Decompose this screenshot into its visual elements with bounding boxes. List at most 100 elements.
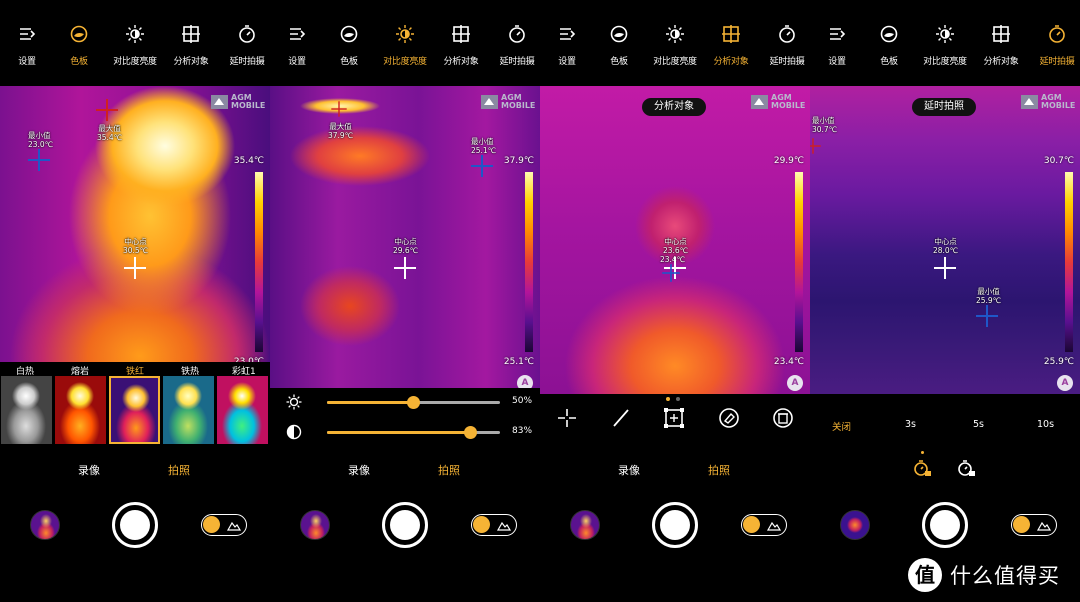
center-crosshair <box>934 257 956 279</box>
tab-contrast[interactable]: 对比度亮度 <box>108 24 162 67</box>
thermometer-icon <box>203 516 220 533</box>
gallery-thumbnail[interactable] <box>840 510 870 540</box>
delete-icon[interactable] <box>771 406 795 430</box>
palette-thumb-rainbow[interactable] <box>217 376 268 444</box>
thermal-view[interactable]: 延时拍照 最小值 30.7℃ 中心点 28.0℃ 最小值 25.9℃ AGM MOBIL… <box>810 86 1080 394</box>
point-tool-icon[interactable] <box>555 406 579 430</box>
timer-video-icon[interactable] <box>956 458 976 478</box>
brightness-slider-knob[interactable] <box>407 396 420 409</box>
max-temp-marker <box>331 101 347 117</box>
tab-palette-label: 色板 <box>610 57 628 67</box>
scale-min-label: 25.1℃ <box>503 357 534 367</box>
tab-analysis[interactable]: 分析对象 <box>704 24 758 67</box>
erase-icon[interactable] <box>717 406 741 430</box>
palette-icon <box>880 25 898 43</box>
tab-palette[interactable]: 色板 <box>52 24 106 67</box>
tab-contrast[interactable]: 对比度亮度 <box>378 24 432 67</box>
center-crosshair <box>394 257 416 279</box>
tab-timer-label: 延时拍摄 <box>769 57 805 67</box>
center-temp-label: 中心点 29.6℃ <box>393 237 419 255</box>
tab-settings[interactable]: 设置 <box>0 24 54 67</box>
auto-adjust-button[interactable]: A <box>517 375 533 388</box>
mode-video[interactable]: 录像 <box>348 462 370 478</box>
min-temp-marker <box>28 149 50 171</box>
palette-thumb-white-hot[interactable] <box>1 376 52 444</box>
timer-icon <box>779 25 795 43</box>
mode-toggle[interactable] <box>201 514 247 536</box>
gallery-thumbnail[interactable] <box>570 510 600 540</box>
mode-video[interactable]: 录像 <box>78 462 100 478</box>
center-temp-label: 中心点 28.0℃ <box>933 237 959 255</box>
delay-5s-option[interactable]: 5s <box>973 419 984 430</box>
tab-contrast[interactable]: 对比度亮度 <box>918 24 972 67</box>
brightness-slider[interactable] <box>327 396 500 409</box>
contrast-slider[interactable] <box>327 426 500 439</box>
tab-timer[interactable]: 延时拍摄 <box>490 24 540 67</box>
delay-3s-option[interactable]: 3s <box>905 419 916 430</box>
tab-contrast[interactable]: 对比度亮度 <box>648 24 702 67</box>
min-temp-marker <box>662 264 680 282</box>
visible-light-icon <box>226 521 242 531</box>
agm-logo: AGM MOBILE <box>211 94 265 110</box>
tab-settings[interactable]: 设置 <box>270 24 324 67</box>
palette-picker: 白热 熔岩 铁红 铁热 彩虹1 <box>0 362 270 448</box>
shutter-button[interactable] <box>382 502 428 548</box>
watermark-logo-icon: 值 <box>908 558 942 592</box>
tab-settings-label: 设置 <box>288 57 306 67</box>
mode-photo[interactable]: 拍照 <box>168 462 190 478</box>
temperature-scale-bar <box>255 172 263 352</box>
thermal-view[interactable]: 分析对象 中心点 23.6℃ 23.4℃ AGM MOBILE 29.9℃ 23.4… <box>540 86 810 394</box>
thermal-view[interactable]: 最大值 37.9℃ 最小值 25.1℃ 中心点 29.6℃ AGM MOBILE 37.… <box>270 86 540 388</box>
timer-photo-icon[interactable] <box>912 458 932 478</box>
brightness-value: 50% <box>512 396 533 406</box>
auto-adjust-button[interactable]: A <box>787 375 803 391</box>
tab-contrast-label: 对比度亮度 <box>923 57 967 67</box>
shutter-button[interactable] <box>112 502 158 548</box>
agm-logo: AGM MOBILE <box>481 94 535 110</box>
tab-settings-label: 设置 <box>558 57 576 67</box>
tab-analysis[interactable]: 分析对象 <box>434 24 488 67</box>
delay-10s-option[interactable]: 10s <box>1037 419 1054 430</box>
delay-off-option[interactable]: 关闭 <box>832 419 851 433</box>
tab-analysis[interactable]: 分析对象 <box>164 24 218 67</box>
mode-toggle[interactable] <box>471 514 517 536</box>
mode-toggle[interactable] <box>741 514 787 536</box>
tab-settings[interactable]: 设置 <box>540 24 594 67</box>
tab-timer[interactable]: 延时拍摄 <box>1030 24 1080 67</box>
area-tool-icon[interactable] <box>662 406 686 430</box>
auto-adjust-button[interactable]: A <box>1057 375 1073 391</box>
palette-thumb-lava[interactable] <box>55 376 106 444</box>
mode-video[interactable]: 录像 <box>618 462 640 478</box>
thermometer-icon <box>743 516 760 533</box>
min-temp-label: 最小值 23.0℃ <box>28 131 54 149</box>
tab-settings[interactable]: 设置 <box>810 24 864 67</box>
shutter-button[interactable] <box>922 502 968 548</box>
palette-thumb-iron-red[interactable] <box>109 376 160 444</box>
mode-photo[interactable]: 拍照 <box>438 462 460 478</box>
line-tool-icon[interactable] <box>609 406 633 430</box>
shutter-button[interactable] <box>652 502 698 548</box>
tab-palette[interactable]: 色板 <box>862 24 916 67</box>
tab-palette[interactable]: 色板 <box>592 24 646 67</box>
analysis-tools <box>540 394 810 448</box>
panel-analysis: 设置 色板 对比度亮度 分析对象 延时拍摄 分析对象 中心点 23.6℃ 23.4 <box>540 0 810 602</box>
max-temp-label: 最大值 35.4℃ <box>97 124 123 142</box>
mode-toggle[interactable] <box>1011 514 1057 536</box>
thermometer-icon <box>473 516 490 533</box>
brightness-slider-row: 50% <box>270 392 540 412</box>
gallery-thumbnail[interactable] <box>300 510 330 540</box>
contrast-slider-knob[interactable] <box>464 426 477 439</box>
analysis-target-icon <box>722 25 740 43</box>
brightness-contrast-icon <box>666 25 684 43</box>
tab-palette[interactable]: 色板 <box>322 24 376 67</box>
tab-settings-label: 设置 <box>828 57 846 67</box>
tab-timer[interactable]: 延时拍摄 <box>760 24 810 67</box>
analysis-title-pill: 分析对象 <box>642 98 706 116</box>
mode-photo[interactable]: 拍照 <box>708 462 730 478</box>
tab-analysis[interactable]: 分析对象 <box>974 24 1028 67</box>
gallery-thumbnail[interactable] <box>30 510 60 540</box>
tab-analysis-label: 分析对象 <box>983 57 1019 67</box>
mode-indicator-dot <box>921 451 924 454</box>
palette-thumb-iron-hot[interactable] <box>163 376 214 444</box>
tab-timer[interactable]: 延时拍摄 <box>220 24 270 67</box>
